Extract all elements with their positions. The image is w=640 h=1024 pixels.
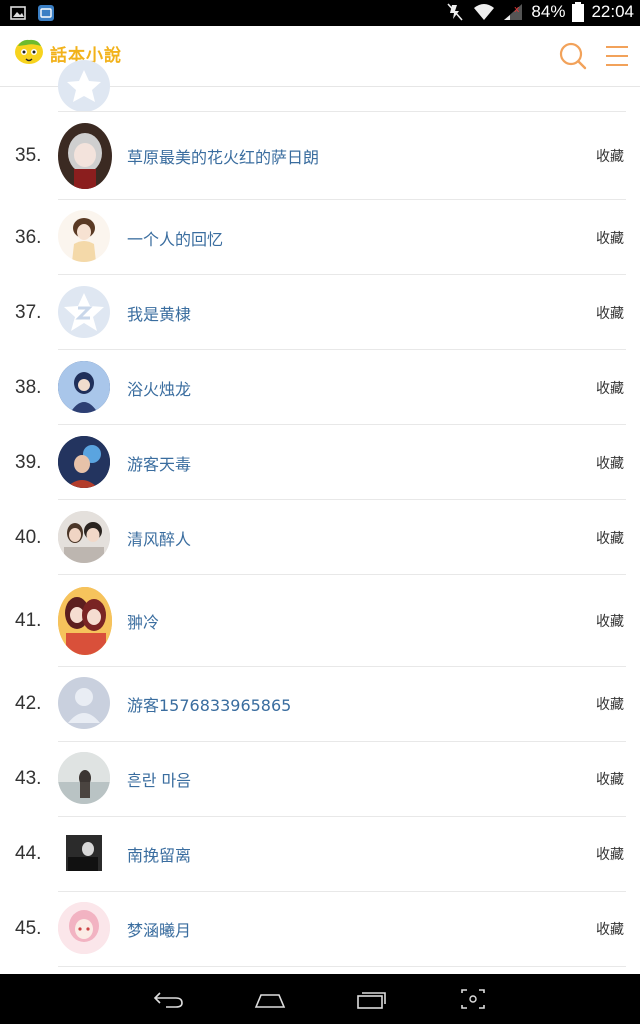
list-item[interactable]: 38. 浴火烛龙 收藏 [0,350,640,425]
list-item[interactable]: 43. 흔란 마음 收藏 [0,742,640,817]
avatar [58,752,110,804]
back-icon[interactable] [152,987,186,1011]
rank-number: 42. [15,693,42,714]
screenshot-icon[interactable] [456,987,490,1011]
wifi-icon [474,4,495,20]
favorite-button[interactable]: 收藏 [596,611,624,631]
favorite-button[interactable]: 收藏 [596,769,624,789]
rank-number: 45. [15,918,42,939]
system-nav-bar [0,974,640,1024]
app-notification-icon [38,5,54,21]
username[interactable]: 梦涵曦月 [127,917,191,941]
rank-number: 35. [15,145,42,166]
avatar [58,210,110,262]
username[interactable]: 翀冷 [127,609,159,633]
battery-percent: 84% [531,2,566,21]
logo-mascot-icon [15,39,43,64]
favorite-button[interactable]: 收藏 [596,844,624,864]
ranking-list: 35. 草原最美的花火红的萨日朗 收藏 36. 一个人的回忆 收藏 37. 我是… [0,60,640,967]
rank-number: 37. [15,302,42,323]
list-item[interactable]: 36. 一个人的回忆 收藏 [0,200,640,275]
list-item[interactable]: 41. 翀冷 收藏 [0,575,640,667]
rank-number: 41. [15,610,42,631]
search-icon[interactable] [556,39,590,73]
divider [58,966,626,967]
list-item[interactable]: 40. 清风醉人 收藏 [0,500,640,575]
rank-number: 43. [15,768,42,789]
rank-number: 36. [15,227,42,248]
rank-number: 40. [15,527,42,548]
username[interactable]: 흔란 마음 [127,767,191,791]
username[interactable]: 清风醉人 [127,526,191,550]
avatar [58,827,110,879]
list-item[interactable]: 39. 游客天毒 收藏 [0,425,640,500]
avatar [58,677,110,729]
list-item[interactable]: 45. 梦涵曦月 收藏 [0,892,640,967]
avatar [58,361,110,413]
rank-number: 39. [15,452,42,473]
favorite-button[interactable]: 收藏 [596,228,624,248]
rank-number: 38. [15,377,42,398]
signal-icon: x [504,4,523,20]
avatar [58,286,110,338]
avatar [58,511,110,563]
menu-icon[interactable] [600,39,634,73]
svg-text:x: x [514,5,520,15]
favorite-button[interactable]: 收藏 [596,694,624,714]
avatar [58,123,112,189]
favorite-button[interactable]: 收藏 [596,146,624,166]
mute-icon [447,3,464,21]
favorite-button[interactable]: 收藏 [596,378,624,398]
favorite-button[interactable]: 收藏 [596,919,624,939]
home-icon[interactable] [253,987,287,1011]
rank-number: 44. [15,843,42,864]
username[interactable]: 我是黄棣 [127,301,191,325]
list-item[interactable]: 37. 我是黄棣 收藏 [0,275,640,350]
recent-apps-icon[interactable] [354,987,388,1011]
list-item[interactable]: 42. 游客1576833965865 收藏 [0,667,640,742]
avatar [58,436,110,488]
username[interactable]: 游客天毒 [127,451,191,475]
list-item[interactable]: 35. 草原最美的花火红的萨日朗 收藏 [0,112,640,200]
list-item[interactable]: 44. 南挽留离 收藏 [0,817,640,892]
gallery-notification-icon [10,5,26,21]
battery-icon [572,2,585,22]
favorite-button[interactable]: 收藏 [596,528,624,548]
username[interactable]: 南挽留离 [127,842,191,866]
username[interactable]: 游客1576833965865 [127,692,291,716]
avatar [58,60,110,112]
avatar [58,902,110,954]
status-bar: x 84% 22:04 [0,0,640,26]
username[interactable]: 草原最美的花火红的萨日朗 [127,144,319,168]
list-item-partial[interactable] [0,60,640,112]
favorite-button[interactable]: 收藏 [596,303,624,323]
clock: 22:04 [591,2,634,21]
username[interactable]: 一个人的回忆 [127,226,223,250]
favorite-button[interactable]: 收藏 [596,453,624,473]
username[interactable]: 浴火烛龙 [127,376,191,400]
avatar [58,587,112,655]
